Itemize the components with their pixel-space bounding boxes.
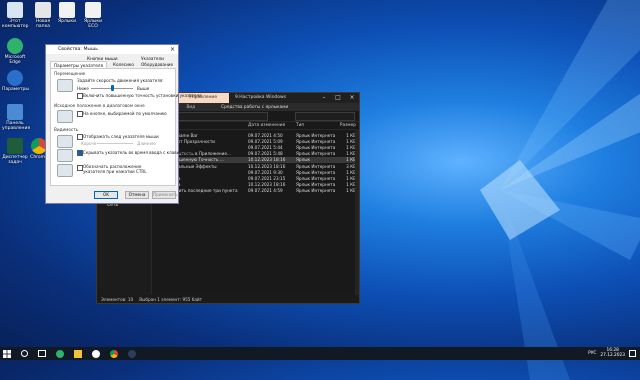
tab-hardware[interactable]: Оборудование [138,61,177,68]
trails-short: Короче [81,141,97,146]
minimize-icon[interactable]: – [317,93,331,103]
group-visibility: Видимость [54,127,79,132]
dialog-tabs: Кнопки мыши Указатели Параметры указател… [46,54,178,69]
desktop-icon-shortcuts-eco[interactable]: Ярлыки ЕСО [80,2,106,29]
column-type[interactable]: Тип [296,123,336,128]
maximize-icon[interactable]: □ [331,93,345,103]
file-list: Дата изменения Тип Размер ить Xbox Game … [152,121,359,295]
system-tray: РУС 16:28 27.12.2023 [588,348,636,358]
column-headers: Дата изменения Тип Размер [152,121,359,130]
file-icon [59,2,75,18]
desktop-icon-control-panel[interactable]: Панель управления [2,104,30,131]
apply-button[interactable]: Применить [152,191,178,199]
language-indicator[interactable]: РУС [588,351,596,356]
edge-icon [7,38,23,54]
window-title: 9.Настройка Windows [235,95,287,100]
clock-date: 27.12.2023 [600,353,625,358]
close-icon[interactable]: × [345,93,359,103]
pointer-speed-icon [57,79,73,92]
trails-long: Длиннее [137,141,156,146]
dialog-title: Свойства: Мышь [58,47,98,52]
edge-icon[interactable] [56,349,64,358]
desktop-icon-settings[interactable]: Параметры [2,70,29,92]
ctrl-label: Обозначать расположение указателя при на… [83,164,147,174]
table-row-selected[interactable]: нить Повышенную Точность ... 10.12.2023 1… [152,156,359,163]
precision-label: Включить повышенную точность установки у… [83,93,202,98]
snap-label: На кнопке, выбираемой по умолчанию [83,111,167,116]
pointer-options-panel: Перемещение Задайте скорость движения ук… [50,68,202,186]
table-row[interactable]: Питание09.07.2021 9:30Ярлык Интернета1 К… [152,169,359,175]
wallpaper-light-beams [480,0,640,380]
status-selected: Выбран 1 элемент: 955 байт [139,296,203,302]
desktop-icon-recycle[interactable]: Этот компьютер [2,2,29,29]
file-icon [85,2,101,18]
speed-label: Задайте скорость движения указателя: [77,78,164,83]
chrome-icon[interactable] [110,349,118,358]
taskbar: РУС 16:28 27.12.2023 [0,347,640,360]
status-count: Элементов: 10 [101,296,134,302]
trails-label: Отображать след указателя мыши [83,134,159,139]
search-input[interactable] [295,111,355,121]
group-motion: Перемещение [54,71,86,76]
table-row[interactable]: нить Визуальные Эффекты 10.12.2023 18:16 Я… [152,163,359,169]
speed-slider-thumb[interactable] [110,85,114,91]
vertical-scrollbar[interactable] [355,129,359,295]
file-explorer-icon[interactable] [74,349,82,358]
desktop-icon-shortcuts[interactable]: Ярлыки [54,2,80,24]
task-view-icon[interactable] [38,350,46,357]
desktop-icon-task-manager[interactable]: Диспетчер задач [2,138,28,165]
status-bar: Элементов: 10 Выбран 1 элемент: 955 байт [97,295,359,303]
control-panel-icon [7,104,23,120]
ctrl-locate-icon [57,164,73,177]
gear-icon [7,70,23,86]
table-row[interactable]: Восстановить последние три пункта 09.07.2… [152,188,359,194]
trails-icon [57,135,73,148]
ribbon-shortcut-tools[interactable]: Средства работы с ярлыками [221,105,288,110]
desktop-icon-folder[interactable]: Новая папка [30,2,56,29]
trails-slider-track[interactable] [97,143,133,144]
cancel-button[interactable]: Отмена [125,191,149,199]
task-manager-icon [7,138,23,154]
desktop-icon-edge[interactable]: Microsoft Edge [2,38,28,65]
column-size[interactable]: Размер [336,123,356,128]
start-windows-icon[interactable] [3,349,11,358]
hide-label: Скрывать указатель во время ввода с клав… [83,150,193,155]
speed-high: Выше [137,86,150,91]
ribbon-view[interactable]: Вид [186,105,195,110]
table-row[interactable]: ибок Звука10.12.2023 18:16Ярлык Интернет… [152,182,359,188]
snap-to-icon [57,110,73,123]
search-icon[interactable] [21,350,28,357]
yandex-icon[interactable] [92,349,100,358]
dialog-titlebar: Свойства: Мышь × [46,45,178,54]
recycle-bin-icon [7,2,23,18]
table-row[interactable]: ибок Звука09.07.2021 23:15Ярлык Интернет… [152,175,359,181]
mouse-properties-dialog: Свойства: Мышь × Кнопки мыши Указатели П… [45,44,202,204]
notification-icon[interactable] [629,349,636,357]
steam-icon[interactable] [128,349,136,358]
tab-wheel[interactable]: Колесико [110,61,137,68]
column-date[interactable]: Дата изменения [248,123,296,128]
table-row[interactable]: ить Эффект Прозрачности 09.07.2021 5:09 Яр… [152,138,359,144]
close-icon[interactable]: × [170,46,175,53]
clock[interactable]: 16:28 27.12.2023 [600,348,625,358]
speed-low: Ниже [77,86,89,91]
hide-pointer-icon [57,149,73,162]
table-row[interactable]: ить Xbox Game Bar09.07.2021 4:50Ярлык Ин… [152,132,359,138]
ok-button[interactable]: OK [94,191,118,199]
group-snap: Исходное положение в диалоговом окне [54,103,145,108]
folder-icon [35,2,51,18]
